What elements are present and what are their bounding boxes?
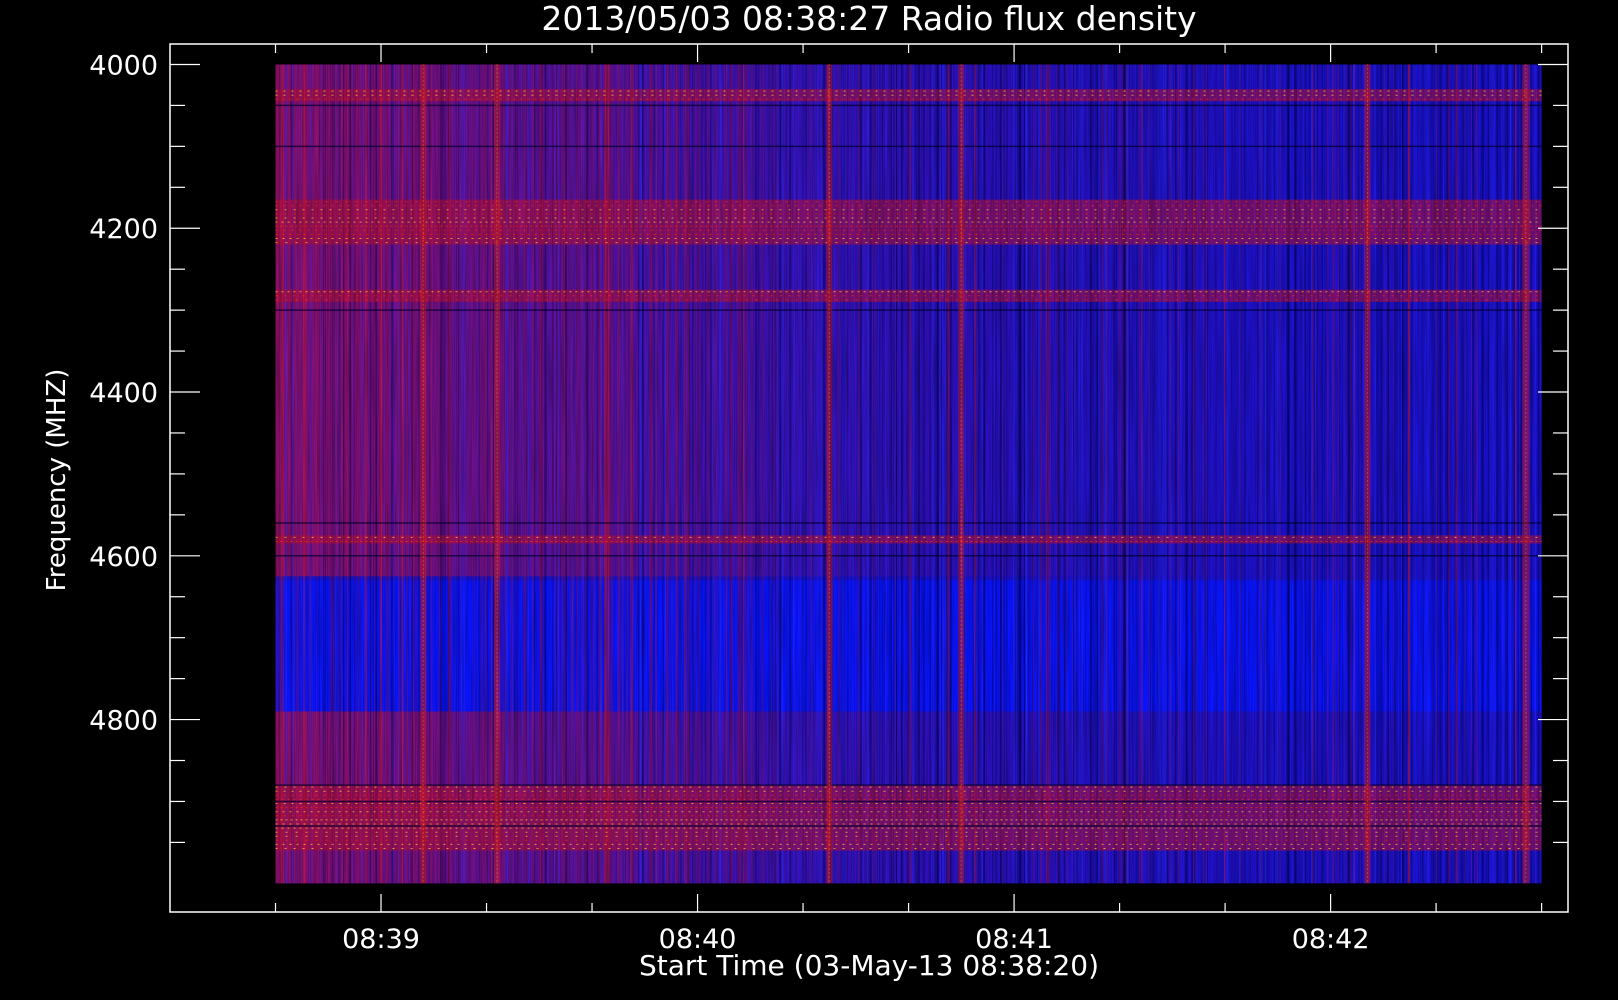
y-tick-label: 4400: [89, 378, 158, 409]
x-axis-label: Start Time (03-May-13 08:38:20): [639, 949, 1099, 982]
chart-title: 2013/05/03 08:38:27 Radio flux density: [541, 0, 1196, 38]
y-tick-label: 4800: [89, 706, 158, 737]
y-tick-label: 4200: [89, 214, 158, 245]
heatmap-noise: [275, 64, 1542, 884]
x-tick-label: 08:42: [1292, 924, 1370, 955]
y-tick-label: 4600: [89, 542, 158, 573]
y-tick-label: 4000: [89, 50, 158, 81]
y-axis-label: Frequency (MHZ): [42, 369, 72, 592]
x-tick-label: 08:39: [342, 924, 420, 955]
spectrogram-heatmap: [275, 64, 1542, 884]
spectrogram-chart: 08:39 08:40 08:41 08:42 4000420044004600480…: [0, 0, 1618, 1000]
